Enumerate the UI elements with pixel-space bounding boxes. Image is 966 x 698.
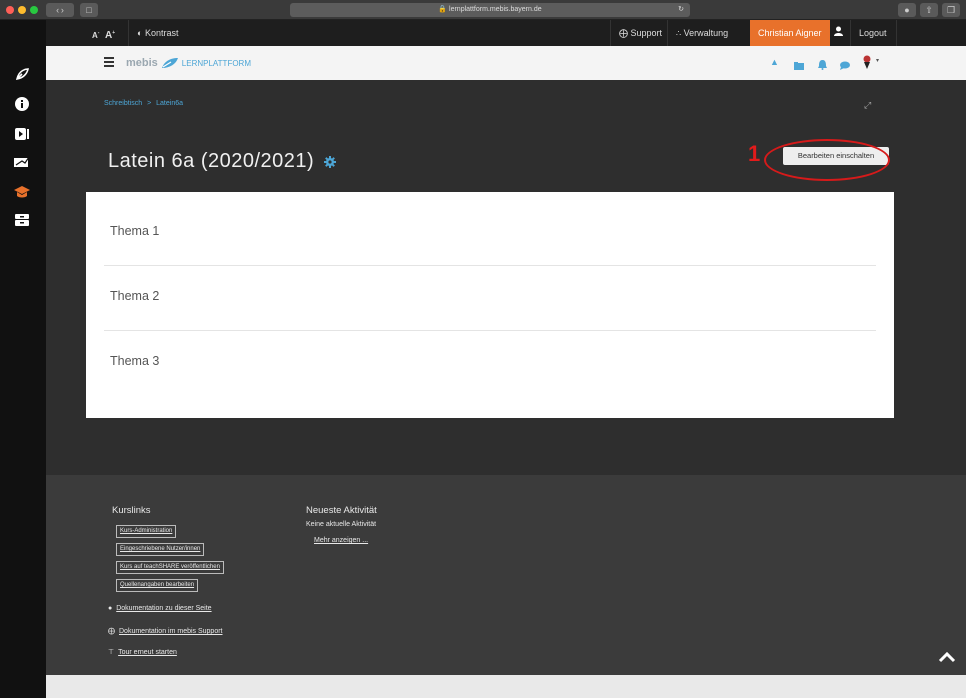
courses-nav-icon[interactable]: ▲ — [770, 57, 779, 67]
tabs-icon[interactable]: ❐ — [942, 3, 960, 17]
url-text: lernplattform.mebis.bayern.de — [449, 6, 542, 13]
user-profile-icon[interactable] — [826, 20, 850, 46]
doc-page-link[interactable]: ● Dokumentation zu dieser Seite — [108, 605, 212, 612]
courses-mortarboard-icon[interactable] — [12, 183, 32, 201]
bell-nav-icon[interactable] — [818, 57, 827, 75]
user-name-label: Christian Aigner — [758, 28, 822, 38]
archive-icon[interactable] — [12, 211, 32, 229]
top-utility-bar: A- A+ ◐ Kontrast ⨁ Support ∴ Verwaltung … — [46, 20, 966, 46]
administration-label: Verwaltung — [683, 28, 729, 38]
page-footer: Kurslinks Kurs-Administration Eingeschri… — [46, 475, 966, 675]
activity-more-link[interactable]: Mehr anzeigen ... — [314, 537, 368, 544]
topic-title: Thema 3 — [110, 354, 160, 368]
breadcrumb-separator: > — [147, 100, 152, 107]
info-icon[interactable] — [12, 95, 32, 113]
topic-title: Thema 1 — [110, 224, 160, 238]
avatar[interactable] — [860, 54, 874, 75]
user-name-link[interactable]: Christian Aigner — [750, 20, 830, 46]
browser-titlebar: ‹ › □ 🔒 lernplattform.mebis.bayern.de ↻ … — [0, 0, 966, 20]
logout-link[interactable]: Logout — [850, 20, 895, 46]
brand-leaf-icon — [161, 58, 178, 68]
courselinks-heading: Kurslinks — [112, 505, 151, 516]
topics-card: Thema 1 Thema 2 Thema 3 — [86, 192, 894, 418]
activity-heading: Neueste Aktivität — [306, 505, 377, 516]
signpost-icon: ⊤ — [108, 649, 115, 656]
media-icon[interactable] — [12, 125, 32, 143]
topic-section[interactable]: Thema 1 — [104, 202, 876, 266]
sidebar-toggle-icon[interactable]: □ — [80, 3, 98, 17]
lifebuoy-icon: ⨁ — [108, 628, 115, 635]
contrast-icon: ◐ — [137, 28, 143, 38]
lock-icon: 🔒 — [438, 6, 448, 13]
main-navbar: mebis LERNPLATTFORM ▲ ▾ — [46, 46, 966, 80]
mebis-brand-logo[interactable]: mebis LERNPLATTFORM — [126, 55, 251, 71]
annotation-number: 1 — [748, 141, 761, 166]
bottom-partner-strip — [46, 675, 966, 698]
chevron-down-icon[interactable]: ▾ — [876, 57, 879, 64]
activity-empty-text: Keine aktuelle Aktivität — [306, 521, 377, 528]
tour-restart-link[interactable]: ⊤ Tour erneut starten — [108, 648, 177, 656]
brand-platform-text: LERNPLATTFORM — [181, 58, 251, 68]
chat-nav-icon[interactable] — [840, 57, 850, 75]
expand-icon[interactable]: ⤢ — [864, 100, 871, 111]
annotation-ellipse — [764, 139, 890, 181]
topbar-divider — [896, 20, 897, 46]
teachshare-icon[interactable] — [12, 153, 32, 171]
course-title-text: Latein 6a (2020/2021) — [108, 150, 315, 172]
hamburger-menu-icon[interactable] — [104, 57, 114, 67]
support-label: Support — [630, 28, 663, 38]
breadcrumb-course-link[interactable]: Latein6a — [156, 100, 183, 107]
topic-section[interactable]: Thema 2 — [104, 267, 876, 331]
breadcrumb: Schreibtisch > Latein6a — [104, 100, 183, 107]
breadcrumb-home-link[interactable]: Schreibtisch — [104, 100, 142, 107]
mebis-logo-icon[interactable] — [12, 65, 32, 83]
address-bar[interactable]: 🔒 lernplattform.mebis.bayern.de ↻ — [290, 3, 690, 17]
support-link[interactable]: ⨁ Support — [610, 20, 670, 46]
nav-icons-group: ▲ ▾ — [770, 55, 890, 71]
zoom-window-button[interactable] — [30, 6, 38, 14]
scroll-to-top-icon[interactable] — [938, 650, 956, 668]
tour-restart-label: Tour erneut starten — [118, 649, 177, 656]
reload-icon[interactable]: ↻ — [678, 3, 684, 17]
teachshare-publish-link[interactable]: Kurs auf teachSHARE veröffentlichen — [116, 561, 224, 574]
info-icon: ● — [108, 605, 113, 612]
left-rail — [0, 20, 46, 698]
contrast-toggle[interactable]: ◐ Kontrast — [128, 20, 186, 46]
contrast-label: Kontrast — [144, 28, 179, 38]
logout-label: Logout — [859, 28, 887, 38]
sitemap-icon: ∴ — [676, 29, 682, 38]
download-icon[interactable]: ● — [898, 3, 916, 17]
folder-nav-icon[interactable] — [794, 57, 804, 75]
enrolled-users-link[interactable]: Eingeschriebene Nutzer/innen — [116, 543, 205, 556]
course-header-area: Schreibtisch > Latein6a ⤢ Latein 6a (202… — [46, 80, 966, 475]
lifebuoy-icon: ⨁ — [619, 28, 628, 38]
doc-page-label: Dokumentation zu dieser Seite — [116, 605, 212, 612]
share-icon[interactable]: ⇧ — [920, 3, 938, 17]
brand-mebis-text: mebis — [126, 57, 158, 69]
topic-title: Thema 2 — [110, 289, 160, 303]
doc-support-label: Dokumentation im mebis Support — [119, 628, 223, 635]
doc-support-link[interactable]: ⨁ Dokumentation im mebis Support — [108, 627, 223, 635]
course-admin-link[interactable]: Kurs-Administration — [116, 525, 177, 538]
administration-link[interactable]: ∴ Verwaltung — [667, 20, 736, 46]
page-title: Latein 6a (2020/2021) — [108, 150, 337, 173]
gear-icon[interactable] — [324, 155, 337, 168]
font-size-controls[interactable]: A- A+ — [84, 20, 123, 46]
back-forward-buttons[interactable]: ‹ › — [46, 3, 74, 17]
minimize-window-button[interactable] — [18, 6, 26, 14]
topic-section[interactable]: Thema 3 — [104, 332, 876, 396]
close-window-button[interactable] — [6, 6, 14, 14]
sources-edit-link[interactable]: Quellenangaben bearbeiten — [116, 579, 199, 592]
